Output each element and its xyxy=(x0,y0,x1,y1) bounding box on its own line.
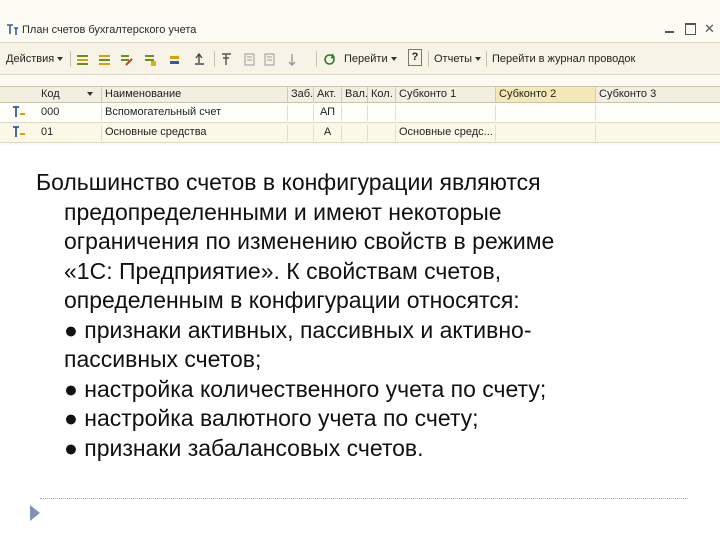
text-line: определенным в конфигурации относятся: xyxy=(64,287,520,313)
add-group-icon[interactable] xyxy=(98,53,111,66)
delete-icon[interactable] xyxy=(144,53,157,66)
cell-akt: А xyxy=(314,125,342,141)
refresh-icon[interactable] xyxy=(323,53,336,66)
text-line: ограничения по изменению свойств в режим… xyxy=(64,228,555,254)
slide-body: Большинство счетов в конфигурации являют… xyxy=(36,168,716,463)
bullet-item: ● настройка валютного учета по счету; xyxy=(64,405,479,431)
cell-kol xyxy=(368,105,396,121)
cell-kol xyxy=(368,125,396,141)
cell-zab xyxy=(288,125,314,141)
footer-divider xyxy=(40,498,688,499)
title-bar: План счетов бухгалтерского учета ✕ xyxy=(0,0,720,43)
accounts-table: Код Наименование Заб. Акт. Вал. Кол. Суб… xyxy=(0,86,720,145)
text-line: «1С: Предприятие». К свойствам счетов, xyxy=(64,257,502,284)
column-header[interactable]: Акт. xyxy=(314,87,342,102)
cell-name: Вспомогательный счет xyxy=(102,105,288,121)
toolbar-separator xyxy=(316,51,317,67)
reports-menu[interactable]: Отчеты xyxy=(434,50,481,68)
column-header[interactable]: Кол. xyxy=(368,87,396,102)
help-button[interactable]: ? xyxy=(408,49,422,66)
accounts-plan-window: План счетов бухгалтерского учета ✕ Дейст… xyxy=(0,0,720,145)
cell-subconto-3 xyxy=(596,125,720,141)
cell-akt: АП xyxy=(314,105,342,121)
cell-subconto-2 xyxy=(496,125,596,141)
edit-icon[interactable] xyxy=(120,53,133,66)
bullet-item: ● признаки забалансовых счетов. xyxy=(64,434,424,461)
toolbar-separator xyxy=(70,51,71,67)
column-header[interactable]: Вал. xyxy=(342,87,368,102)
add-icon[interactable] xyxy=(76,53,89,66)
cell-subconto-1 xyxy=(396,105,496,121)
cell-subconto-2 xyxy=(496,105,596,121)
bullet-item: ● признаки активных, пассивных и активно… xyxy=(64,316,532,343)
table-row[interactable]: 000 Вспомогательный счет АП xyxy=(0,103,720,123)
maximize-button[interactable] xyxy=(684,22,697,35)
toolbar-separator xyxy=(428,51,429,67)
journal-button[interactable]: Перейти в журнал проводок xyxy=(492,50,635,68)
close-button[interactable]: ✕ xyxy=(703,22,716,35)
cell-code: 01 xyxy=(38,125,102,141)
sort-icon[interactable] xyxy=(286,53,299,66)
column-header[interactable]: Субконто 3 xyxy=(596,87,720,102)
cell-name: Основные средства xyxy=(102,125,288,141)
sort-down-icon xyxy=(87,92,93,96)
text-line: Большинство счетов в конфигурации являют… xyxy=(36,169,541,195)
filter-clear-icon[interactable] xyxy=(264,53,277,66)
goto-menu[interactable]: Перейти xyxy=(344,50,397,68)
cell-zab xyxy=(288,105,314,121)
bullet-item: ● настройка количественного учета по сче… xyxy=(64,375,547,402)
minimize-button[interactable] xyxy=(663,22,676,35)
cell-val xyxy=(342,125,368,141)
accounts-plan-icon xyxy=(6,23,19,36)
window-title: План счетов бухгалтерского учета xyxy=(22,24,197,36)
actions-menu[interactable]: Действия xyxy=(6,50,63,68)
toolbar: Действия Перейти ? Отчеты Перейти в журн… xyxy=(0,43,720,75)
table-row[interactable]: 01 Основные средства А Основные средс... xyxy=(0,123,720,143)
toolbar-separator xyxy=(486,51,487,67)
toolbar-separator xyxy=(214,51,215,67)
filter-icon[interactable] xyxy=(244,53,257,66)
account-icon xyxy=(12,125,26,139)
column-header[interactable]: Заб. xyxy=(288,87,314,102)
mark-delete-icon[interactable] xyxy=(168,53,181,66)
column-header[interactable]: Субконто 2 xyxy=(496,87,596,102)
cell-code: 000 xyxy=(38,105,102,121)
cell-val xyxy=(342,105,368,121)
cell-subconto-1: Основные средс... xyxy=(396,125,496,141)
column-header[interactable]: Наименование xyxy=(102,87,288,102)
hierarchy-icon[interactable] xyxy=(220,53,233,66)
cell-subconto-3 xyxy=(596,105,720,121)
account-icon xyxy=(12,105,26,119)
next-arrow-icon[interactable] xyxy=(30,505,40,521)
bullet-item-continuation: пассивных счетов; xyxy=(64,346,262,372)
move-icon[interactable] xyxy=(193,53,206,66)
text-line: предопределенными и имеют некоторые xyxy=(64,198,502,225)
column-header[interactable]: Субконто 1 xyxy=(396,87,496,102)
table-header: Код Наименование Заб. Акт. Вал. Кол. Суб… xyxy=(0,86,720,103)
